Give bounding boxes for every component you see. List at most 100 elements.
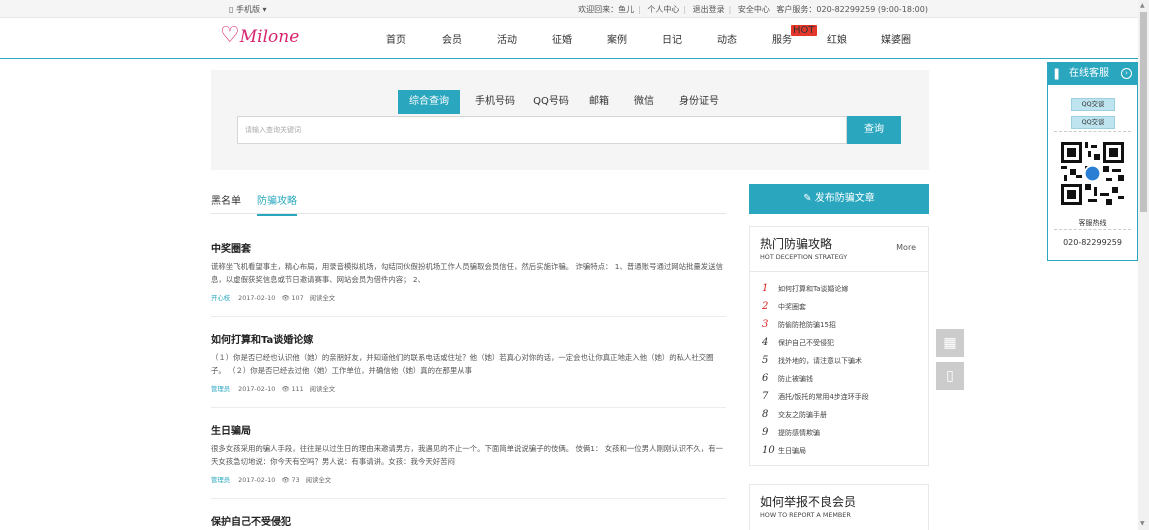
- qq-chat-button[interactable]: QQ交谈: [1071, 98, 1115, 111]
- divider: |: [638, 5, 641, 14]
- article-author[interactable]: 管理员: [211, 385, 230, 393]
- divider: [750, 271, 928, 272]
- rank-number: 4: [762, 337, 769, 348]
- nav-cases[interactable]: 案例: [607, 31, 627, 46]
- hotline-number: 020-82299259: [1063, 238, 1122, 247]
- hot-item[interactable]: 6 防止被骗钱: [762, 373, 813, 384]
- article-item: 如何打算和Ta谈婚论嫁 （１）你是否已经也认识他（她）的亲朋好友，并知道他们的联…: [211, 331, 726, 411]
- qr-code-float-button[interactable]: ▦: [936, 329, 964, 357]
- qr-icon: ▦: [943, 335, 957, 351]
- tab-anti-fraud[interactable]: 防骗攻略: [257, 192, 297, 216]
- hot-strategies-panel: 热门防骗攻略 HOT DECEPTION STRATEGY More 1 如何打算…: [749, 226, 929, 466]
- tab-qq[interactable]: QQ号码: [528, 90, 574, 114]
- hot-item-label: 生日骗局: [778, 447, 806, 455]
- rank-number: 1: [762, 283, 769, 294]
- article-title[interactable]: 保护自己不受侵犯: [211, 513, 726, 528]
- scrollbar-thumb[interactable]: [1140, 12, 1147, 212]
- article-meta: 管理员 2017-02-10 👁 111 阅读全文: [211, 384, 335, 393]
- nav-diary[interactable]: 日记: [662, 31, 682, 46]
- article-author[interactable]: 开心枝: [211, 294, 230, 302]
- site-logo[interactable]: ♡Milone: [220, 23, 299, 48]
- tab-blacklist[interactable]: 黑名单: [211, 192, 241, 207]
- hot-item[interactable]: 10 生日骗局: [762, 445, 806, 456]
- article-summary: 很多女孩采用的骗人手段，往往是以过生日的理由来邀请男方，我遇见的不止一个。下面简…: [211, 444, 723, 466]
- chevron-right-icon[interactable]: ›: [1121, 68, 1132, 79]
- tab-phone[interactable]: 手机号码: [470, 90, 520, 114]
- nav-members[interactable]: 会员: [442, 31, 462, 46]
- security-center-link[interactable]: 安全中心: [738, 5, 770, 14]
- publish-article-button[interactable]: ✎ 发布防骗文章: [749, 184, 929, 214]
- article-title[interactable]: 生日骗局: [211, 422, 726, 437]
- top-bar-links: 欢迎回来：鱼儿 | 个人中心 | 退出登录 | 安全中心 客户服务：020-82299…: [576, 4, 930, 15]
- hot-item[interactable]: 7 酒托/饭托的常用4步连环手段: [762, 391, 869, 402]
- read-more-link[interactable]: 阅读全文: [310, 294, 336, 302]
- search-panel: 综合查询 手机号码 QQ号码 邮箱 微信 身份证号 请输入查询关键词 查询: [211, 70, 929, 170]
- hot-item[interactable]: 4 保护自己不受侵犯: [762, 337, 834, 348]
- panel-subtitle: HOW TO REPORT A MEMBER: [760, 511, 851, 519]
- scroll-down-icon[interactable]: ▼: [1140, 520, 1145, 527]
- read-more-link[interactable]: 阅读全文: [310, 385, 336, 393]
- hot-item[interactable]: 9 提防感情欺骗: [762, 427, 820, 438]
- hot-item[interactable]: 1 如何打算和Ta谈婚论嫁: [762, 283, 848, 294]
- more-link[interactable]: More: [896, 243, 916, 252]
- qq-chat-button[interactable]: QQ交谈: [1071, 116, 1115, 129]
- tab-combined-search[interactable]: 综合查询: [398, 90, 460, 114]
- article-date: 2017-02-10: [238, 385, 276, 393]
- article-item: 生日骗局 很多女孩采用的骗人手段，往往是以过生日的理由来邀请男方，我遇见的不止一…: [211, 422, 726, 502]
- page-scrollbar[interactable]: ▲ ▼: [1138, 0, 1149, 530]
- hot-item-label: 交友之防骗手册: [778, 411, 827, 419]
- rank-number: 2: [762, 301, 769, 312]
- hot-item-label: 防偷防抢防骗15招: [778, 321, 836, 329]
- mobile-version-link[interactable]: ▯ 手机版 ▾: [229, 4, 267, 15]
- article-meta: 管理员 2017-02-10 👁 73 阅读全文: [211, 475, 331, 484]
- tab-id-number[interactable]: 身份证号: [674, 90, 724, 114]
- rank-number: 10: [762, 445, 775, 456]
- list-tabs: 黑名单 防骗攻略: [211, 186, 726, 216]
- rank-number: 9: [762, 427, 769, 438]
- mobile-float-button[interactable]: ▯: [936, 362, 964, 390]
- article-summary: 谎称坐飞机看望事主，精心布局，用录音模拟机场，勾结同伙假扮机场工作人员骗取会员信…: [211, 262, 723, 284]
- nav-matchmaker-circle[interactable]: 媒婆圈: [881, 31, 911, 46]
- search-button[interactable]: 查询: [847, 116, 901, 144]
- divider: [1054, 229, 1131, 230]
- nav-matchmaking[interactable]: 征婚: [552, 31, 572, 46]
- logo-text: Milone: [239, 27, 300, 47]
- article-author[interactable]: 管理员: [211, 476, 230, 484]
- logout-link[interactable]: 退出登录: [693, 5, 725, 14]
- panel-title[interactable]: 如何举报不良会员: [760, 493, 856, 510]
- hotline-label: 客服热线: [1078, 219, 1107, 227]
- tab-wechat[interactable]: 微信: [631, 90, 657, 114]
- divider: |: [683, 5, 687, 14]
- customer-service-text: 客户服务：020-82299259 (9:00-18:00): [776, 5, 928, 14]
- nav-matchmaker[interactable]: 红娘: [827, 31, 847, 46]
- article-title[interactable]: 中奖圈套: [211, 240, 726, 255]
- article-title[interactable]: 如何打算和Ta谈婚论嫁: [211, 331, 726, 346]
- nav-news[interactable]: 动态: [717, 31, 737, 46]
- tab-email[interactable]: 邮箱: [586, 90, 612, 114]
- top-bar: ▯ 手机版 ▾ 欢迎回来：鱼儿 | 个人中心 | 退出登录 | 安全中心 客户服务：0…: [0, 0, 1138, 18]
- article-views: 107: [291, 294, 304, 302]
- welcome-text: 欢迎回来：鱼儿: [578, 5, 635, 14]
- article-date: 2017-02-10: [238, 476, 276, 484]
- hot-item[interactable]: 8 交友之防骗手册: [762, 409, 827, 420]
- hot-item-label: 提防感情欺骗: [778, 429, 820, 437]
- divider: [1054, 131, 1131, 132]
- search-input[interactable]: 请输入查询关键词: [237, 116, 847, 144]
- article-item: 保护自己不受侵犯: [211, 513, 726, 530]
- nav-services[interactable]: 服务: [772, 31, 792, 46]
- service-header[interactable]: ❚ 在线客服 ›: [1048, 63, 1137, 85]
- user-center-link[interactable]: 个人中心: [647, 5, 679, 14]
- hot-item[interactable]: 3 防偷防抢防骗15招: [762, 319, 836, 330]
- hot-item-label: 中奖圈套: [778, 303, 806, 311]
- panel-subtitle: HOT DECEPTION STRATEGY: [760, 253, 848, 261]
- hot-item[interactable]: 5 找外地的，请注意以下骗术: [762, 355, 862, 366]
- rank-number: 8: [762, 409, 769, 420]
- hot-item-label: 防止被骗钱: [778, 375, 813, 383]
- online-service-panel: ❚ 在线客服 › QQ交谈 QQ交谈 客服热线 020-82299259: [1047, 62, 1138, 261]
- service-title: 在线客服: [1069, 68, 1109, 79]
- read-more-link[interactable]: 阅读全文: [306, 476, 332, 484]
- scroll-up-icon[interactable]: ▲: [1140, 2, 1145, 9]
- hot-item[interactable]: 2 中奖圈套: [762, 301, 806, 312]
- nav-activities[interactable]: 活动: [497, 31, 517, 46]
- nav-home[interactable]: 首页: [386, 31, 406, 46]
